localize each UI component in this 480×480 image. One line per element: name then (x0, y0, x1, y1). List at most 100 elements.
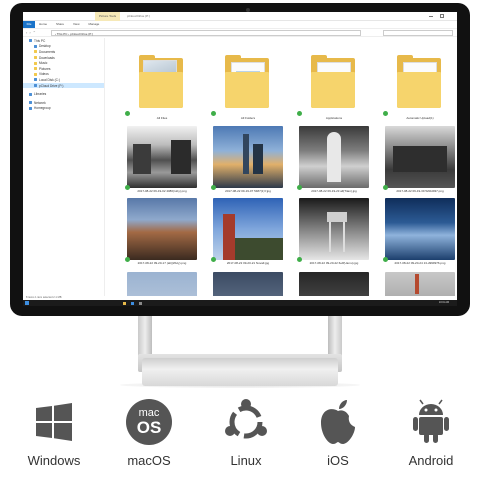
window-title: pCloud Drive (P:) (127, 14, 151, 18)
image-tile[interactable]: 2017-08-22 09-19-07 5487(1)Y.jpg (211, 126, 283, 193)
sidebar-item-label: This PC (34, 38, 46, 43)
folder-icon (211, 52, 283, 116)
platform-label: Windows (27, 453, 81, 468)
sidebar-item-label: Downloads (39, 55, 55, 60)
sync-status-icon (297, 185, 302, 190)
sidebar-item-label: Network (34, 100, 46, 105)
taskbar-app-icon[interactable] (123, 301, 126, 305)
macos-logo-icon: mac OS (107, 398, 191, 446)
sync-status-icon (211, 185, 216, 190)
stand-base (142, 358, 338, 386)
windows-logo-icon (12, 398, 96, 446)
file-view: All Files All Folders Applications Autom… (105, 38, 457, 296)
sidebar-item-icon (34, 67, 37, 71)
sidebar-item-icon (29, 39, 32, 43)
image-tile[interactable] (299, 272, 369, 296)
taskbar: 10:01 AM (23, 300, 457, 306)
folder-icon (383, 52, 455, 116)
image-tile[interactable] (385, 272, 455, 296)
photo-thumbnail (383, 198, 455, 262)
image-tile[interactable]: 2017-08-22 09-19-02 4080(ruby).png (125, 126, 197, 193)
folder-icon (297, 52, 369, 116)
navigation-pane: This PC Desktop Documents Downloads Music Pic… (23, 38, 105, 296)
file-name: 2017-08-22 09-20-22 6elf(Uamu).jpg (309, 261, 359, 265)
address-bar: ‹›⌃ › This PC › pCloud Drive (P:) (23, 28, 457, 37)
sync-status-icon (383, 257, 388, 262)
folder-name: All Folders (240, 116, 256, 120)
maximize-icon[interactable] (440, 14, 444, 18)
sidebar-item[interactable]: Homegroup (23, 106, 104, 112)
ribbon: File Home Share View Manage (23, 21, 457, 28)
taskbar-app-icon[interactable] (139, 301, 142, 305)
sidebar-item-icon (34, 61, 37, 65)
close-icon[interactable] (451, 14, 455, 18)
photo-thumbnail (127, 272, 197, 296)
folder-name: Automatic Upload(1) (406, 116, 434, 120)
photo-thumbnail (211, 126, 283, 190)
folder-tile[interactable]: Applications (297, 52, 369, 120)
sidebar-item-label: Local Disk (C:) (39, 77, 60, 82)
sidebar-item[interactable]: pCloud Drive (P:) (23, 82, 104, 89)
photo-thumbnail (385, 272, 455, 296)
sidebar-item-label: pCloud Drive (P:) (39, 83, 64, 88)
photo-thumbnail (213, 272, 283, 296)
address-path[interactable]: › This PC › pCloud Drive (P:) (51, 30, 361, 36)
sidebar-item-icon (29, 92, 32, 96)
window-controls (429, 14, 455, 18)
photo-thumbnail (125, 126, 197, 190)
ubuntu-logo-icon (204, 398, 288, 446)
folder-name: Applications (325, 116, 343, 120)
sidebar-item-icon (34, 78, 37, 82)
sidebar-item-label: Music (39, 61, 48, 66)
platform-label: iOS (327, 453, 349, 468)
image-tile[interactable] (213, 272, 283, 296)
sidebar-item-icon (34, 56, 37, 60)
sidebar-item-icon (34, 72, 37, 76)
image-tile[interactable]: 2017-08-22 09-19-39 52t0d937.png (383, 126, 455, 193)
platform-windows: Windows (12, 398, 96, 468)
apple-logo-icon (296, 398, 380, 446)
sidebar-item-label: Videos (39, 72, 49, 77)
image-tile[interactable] (127, 272, 197, 296)
sidebar-item-icon (34, 84, 37, 88)
image-tile[interactable]: 2017-08-22 09-20-17 (alt)(Wuly).png (125, 198, 197, 265)
ribbon-tab[interactable]: Share (56, 21, 64, 28)
sync-status-icon (211, 111, 216, 116)
monitor-screen: Picture Tools pCloud Drive (P:) File Hom… (23, 12, 457, 306)
sidebar-item[interactable]: Libraries (23, 91, 104, 97)
back-forward-icon[interactable]: ‹›⌃ (26, 30, 38, 35)
minimize-icon[interactable] (429, 14, 433, 17)
platform-label: macOS (127, 453, 171, 468)
photo-thumbnail (299, 272, 369, 296)
platform-android: Android (389, 398, 473, 468)
supported-platforms: Windows mac OS macOS Linux iOS Android (0, 398, 480, 468)
folder-tile[interactable]: All Files (125, 52, 197, 120)
window-titlebar: Picture Tools pCloud Drive (P:) (23, 12, 457, 21)
folder-tile[interactable]: All Folders (211, 52, 283, 120)
sync-status-icon (211, 257, 216, 262)
file-name: 2017-08-22 09-19-23 all(Titan).jpg (311, 189, 357, 193)
ribbon-tab[interactable]: Home (39, 21, 47, 28)
sidebar-item-icon (34, 50, 37, 54)
picture-tools-tab[interactable]: Picture Tools (95, 12, 121, 21)
macos-badge-bottom: OS (136, 418, 162, 437)
sidebar-item-icon (34, 44, 37, 48)
android-logo-icon (389, 398, 473, 446)
photo-thumbnail (125, 198, 197, 262)
ribbon-tab[interactable]: Manage (88, 21, 99, 28)
search-input[interactable] (383, 30, 453, 36)
sidebar-item-label: Documents (39, 49, 56, 54)
taskbar-app-icon[interactable] (131, 301, 134, 305)
file-name: 2017-08-22 09-20-24 13-d999976.png (394, 261, 446, 265)
image-tile[interactable]: 2017-08-22 09-20-22 6elf(Uamu).jpg (297, 198, 369, 265)
image-tile[interactable]: 2017-08-22 09-20-24 13-d999976.png (383, 198, 455, 265)
image-tile[interactable]: 2017-08-22 09-19-23 all(Titan).jpg (297, 126, 369, 193)
start-icon[interactable] (25, 301, 29, 305)
image-tile[interactable]: 2017-08-22 09-20-21 Nuvall.jpg (211, 198, 283, 265)
ribbon-tabs: Home Share View Manage (39, 21, 99, 28)
ribbon-tab[interactable]: View (73, 21, 79, 28)
ribbon-file-tab[interactable]: File (23, 21, 35, 28)
sync-status-icon (125, 257, 130, 262)
folder-name: All Files (156, 116, 168, 120)
folder-tile[interactable]: Automatic Upload(1) (383, 52, 455, 120)
